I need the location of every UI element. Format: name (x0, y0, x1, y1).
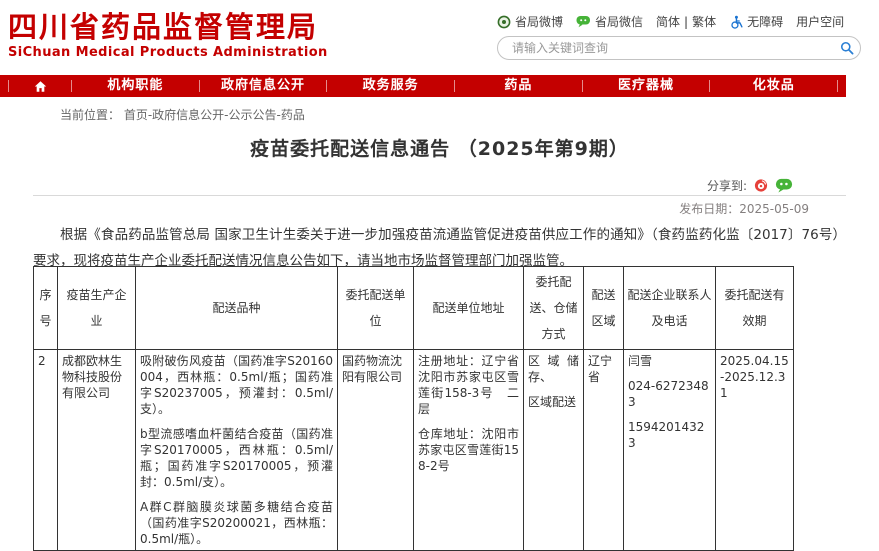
header-storage-mode: 委托配送、仓储方式 (524, 267, 584, 350)
vaccine-distribution-table: 序号 疫苗生产企业 配送品种 委托配送单位 配送单位地址 委托配送、仓储方式 配… (33, 266, 794, 551)
simplified-link[interactable]: 简体 (656, 13, 680, 30)
nav-item-services[interactable]: 政务服务 (327, 75, 454, 97)
breadcrumb: 当前位置： 首页-政府信息公开-公示公告-药品 (60, 106, 305, 123)
header-manufacturer: 疫苗生产企业 (58, 267, 136, 350)
header-address: 配送单位地址 (414, 267, 524, 350)
contact-cell: 闫雪024-6272348315942014323 (624, 350, 716, 551)
nav-item-drugs[interactable]: 药品 (455, 75, 582, 97)
wechat-link[interactable]: 省局微信 (576, 13, 643, 30)
site-logo[interactable]: 四川省药品监督管理局 SiChuan Medical Products Admi… (8, 12, 328, 60)
share-row: 分享到: (33, 177, 793, 194)
user-space-link[interactable]: 用户空间 (796, 13, 844, 30)
validity-cell: 2025.04.15-2025.12.31 (716, 350, 794, 551)
distributor-cell: 国药物流沈阳有限公司 (338, 350, 414, 551)
search-input[interactable] (498, 41, 834, 55)
weibo-link[interactable]: 省局微博 (497, 13, 563, 30)
header-contact: 配送企业联系人及电话 (624, 267, 716, 350)
breadcrumb-path[interactable]: 首页-政府信息公开-公示公告-药品 (124, 108, 305, 122)
search-bar (497, 36, 861, 60)
wechat-icon (576, 15, 591, 28)
nav-item-home[interactable] (9, 80, 71, 93)
search-icon (840, 41, 854, 55)
nav-item-gov-info[interactable]: 政府信息公开 (200, 75, 327, 97)
share-weibo-icon[interactable] (753, 178, 769, 193)
nav-divider (837, 80, 838, 92)
accessibility-icon (729, 15, 743, 29)
storage-mode-cell: 区域储存、区域配送 (524, 350, 584, 551)
page-title: 疫苗委托配送信息通告 （2025年第9期） (33, 134, 846, 161)
region-cell: 辽宁省 (584, 350, 624, 551)
publish-date: 发布日期：2025-05-09 (33, 200, 809, 217)
header-region: 配送区域 (584, 267, 624, 350)
header-quick-links: 省局微博 省局微信 简体 | 繁体 无障碍 用户空间 (497, 13, 844, 30)
table-row: 2 成都欧林生物科技股份有限公司 吸附破伤风疫苗（国药准字S20160004，西… (34, 350, 794, 551)
share-label: 分享到: (707, 177, 747, 194)
home-icon (34, 80, 47, 93)
weibo-icon (497, 15, 511, 29)
header-products: 配送品种 (136, 267, 338, 350)
search-button[interactable] (834, 37, 860, 59)
traditional-link[interactable]: 繁体 (692, 13, 716, 30)
accessibility-link[interactable]: 无障碍 (729, 13, 783, 30)
products-cell: 吸附破伤风疫苗（国药准字S20160004，西林瓶：0.5ml/瓶；国药准字S2… (136, 350, 338, 551)
nav-item-cosmetics[interactable]: 化妆品 (710, 75, 837, 97)
title-divider (33, 195, 846, 196)
lang-switch: 简体 | 繁体 (656, 13, 716, 30)
header-validity: 委托配送有效期 (716, 267, 794, 350)
site-title: 四川省药品监督管理局 (8, 12, 328, 44)
header-distributor: 委托配送单位 (338, 267, 414, 350)
manufacturer-cell: 成都欧林生物科技股份有限公司 (58, 350, 136, 551)
share-wechat-icon[interactable] (775, 178, 793, 193)
address-cell: 注册地址：辽宁省沈阳市苏家屯区雪莲街158-3号 二层仓库地址：沈阳市苏家屯区雪… (414, 350, 524, 551)
table-header-row: 序号 疫苗生产企业 配送品种 委托配送单位 配送单位地址 委托配送、仓储方式 配… (34, 267, 794, 350)
breadcrumb-label: 当前位置： (60, 108, 120, 122)
header-index: 序号 (34, 267, 58, 350)
main-nav: 机构职能 政府信息公开 政务服务 药品 医疗器械 化妆品 (0, 75, 846, 97)
nav-item-medical-devices[interactable]: 医疗器械 (583, 75, 710, 97)
row-index-cell: 2 (34, 350, 58, 551)
nav-item-functions[interactable]: 机构职能 (72, 75, 199, 97)
site-subtitle: SiChuan Medical Products Administration (8, 46, 328, 60)
lang-separator: | (684, 15, 688, 29)
